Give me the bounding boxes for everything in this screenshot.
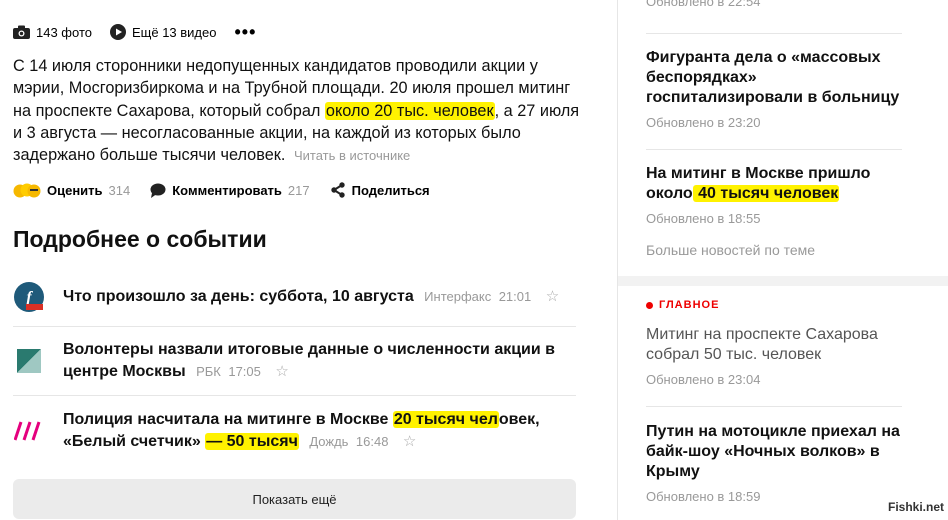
article-text: С 14 июля сторонники недопущенных кандид… xyxy=(13,55,583,167)
videos-link[interactable]: Ещё 13 видео xyxy=(109,24,217,40)
main-news-label: ГЛАВНОЕ xyxy=(646,299,719,311)
main-news-title[interactable]: Митинг на проспекте Сахарова собрал 50 т… xyxy=(646,325,902,365)
related-item-source: Дождь xyxy=(309,434,349,449)
related-item-highlight-1: 20 тысяч чел xyxy=(392,411,499,428)
sidebar-news-highlight: 40 тысяч человек xyxy=(692,185,840,202)
watermark: Fishki.net xyxy=(887,500,944,514)
rbc-logo-icon xyxy=(13,345,45,377)
action-bar: Оценить 314 Комментировать 217 Поделитьс… xyxy=(13,179,450,201)
section-divider xyxy=(618,276,948,286)
photos-label: 143 фото xyxy=(36,24,92,40)
related-item-highlight-2: — 50 тысяч xyxy=(205,433,299,450)
star-icon[interactable]: ☆ xyxy=(546,288,559,305)
sidebar-news-item[interactable]: На митинг в Москве пришло около 40 тысяч… xyxy=(646,164,902,226)
related-item-time: 17:05 xyxy=(228,364,261,379)
article-highlight: около 20 тыс. человек xyxy=(324,101,495,120)
source-link[interactable]: Читать в источнике xyxy=(294,148,410,163)
interfax-logo-icon: f xyxy=(13,281,45,313)
sidebar-news-time: Обновлено в 23:20 xyxy=(646,115,761,130)
sidebar-top-time: Обновлено в 22:54 xyxy=(646,0,761,9)
photos-link[interactable]: 143 фото xyxy=(13,25,92,40)
sidebar-news-title[interactable]: На митинг в Москве пришло около 40 тысяч… xyxy=(646,164,902,204)
dozhd-logo-icon xyxy=(13,415,45,447)
related-item-content: Что произошло за день: суббота, 10 авгус… xyxy=(63,286,559,308)
main-news-title[interactable]: Путин на мотоцикле приехал на байк-шоу «… xyxy=(646,422,902,482)
red-dot-icon xyxy=(646,301,653,309)
related-item-content: Волонтеры назвали итоговые данные о числ… xyxy=(63,339,576,383)
main-news-item[interactable]: Путин на мотоцикле приехал на байк-шоу «… xyxy=(646,422,902,504)
rate-label: Оценить xyxy=(47,182,103,198)
more-on-topic-link[interactable]: Больше новостей по теме xyxy=(646,242,815,258)
media-bar: 143 фото Ещё 13 видео ••• xyxy=(13,22,274,42)
star-icon[interactable]: ☆ xyxy=(403,433,416,450)
comment-label: Комментировать xyxy=(172,182,282,198)
related-item-time: 16:48 xyxy=(355,434,389,449)
show-more-button[interactable]: Показать ещё xyxy=(13,479,576,519)
more-menu-button[interactable]: ••• xyxy=(234,23,256,41)
sidebar-news-item[interactable]: Фигуранта дела о «массовых беспорядках» … xyxy=(646,48,902,130)
rate-count: 314 xyxy=(108,182,131,198)
share-button[interactable]: Поделиться xyxy=(330,182,430,198)
section-title: Подробнее о событии xyxy=(13,226,267,252)
camera-icon xyxy=(13,25,30,39)
main-news-time: Обновлено в 23:04 xyxy=(646,372,761,387)
main-column: 143 фото Ещё 13 видео ••• С 14 июля стор… xyxy=(0,0,600,520)
sidebar-news-time: Обновлено в 18:55 xyxy=(646,211,761,226)
comment-button[interactable]: Комментировать 217 xyxy=(150,182,310,198)
comment-icon xyxy=(150,183,166,198)
related-item-source: РБК xyxy=(196,364,221,379)
related-item-time: 21:01 xyxy=(498,289,532,304)
divider xyxy=(646,149,902,150)
related-item-source: Интерфакс xyxy=(424,289,492,304)
main-news-label-text: ГЛАВНОЕ xyxy=(659,299,720,311)
share-icon xyxy=(330,182,345,198)
related-item-content: Полиция насчитала на митинге в Москве 20… xyxy=(63,409,576,453)
divider xyxy=(646,33,902,34)
related-item-dozhd[interactable]: Полиция насчитала на митинге в Москве 20… xyxy=(13,396,576,466)
play-icon xyxy=(109,24,126,40)
emoji-reactions-icon xyxy=(13,183,41,198)
videos-label: Ещё 13 видео xyxy=(131,24,217,40)
related-item-title: Что произошло за день: суббота, 10 авгус… xyxy=(63,288,414,305)
star-icon[interactable]: ☆ xyxy=(275,363,288,380)
share-label: Поделиться xyxy=(351,182,430,198)
related-item-title: Волонтеры назвали итоговые данные о числ… xyxy=(63,341,556,380)
related-item-interfax[interactable]: f Что произошло за день: суббота, 10 авг… xyxy=(13,268,576,327)
related-item-rbc[interactable]: Волонтеры назвали итоговые данные о числ… xyxy=(13,327,576,396)
related-item-title-part-1: Полиция насчитала на митинге в Москве xyxy=(63,411,393,428)
main-news-time: Обновлено в 18:59 xyxy=(646,489,761,504)
divider xyxy=(646,406,902,407)
related-news-list: f Что произошло за день: суббота, 10 авг… xyxy=(13,268,576,466)
main-news-item[interactable]: Митинг на проспекте Сахарова собрал 50 т… xyxy=(646,325,902,387)
comment-count: 217 xyxy=(287,182,310,198)
rate-button[interactable]: Оценить 314 xyxy=(13,181,130,199)
sidebar: Обновлено в 22:54 Фигуранта дела о «масс… xyxy=(617,0,948,520)
sidebar-news-title[interactable]: Фигуранта дела о «массовых беспорядках» … xyxy=(646,48,902,108)
